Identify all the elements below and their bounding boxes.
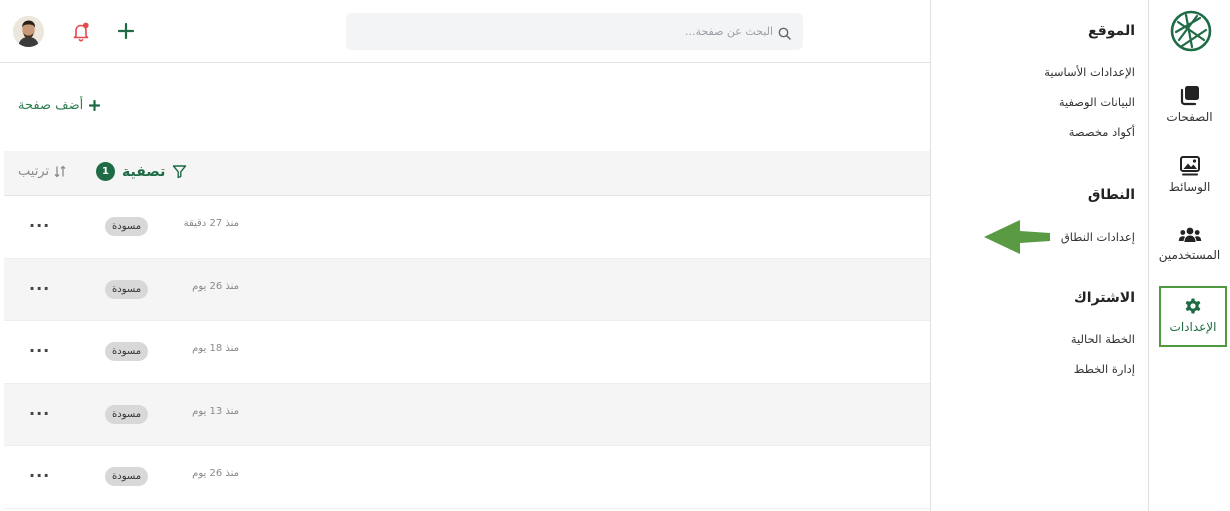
list-item[interactable]: ··· مسودة منذ 18 يوم: [4, 321, 930, 384]
users-icon: [1178, 227, 1201, 242]
status-badge: مسودة: [105, 404, 149, 424]
more-options-button[interactable]: ···: [29, 216, 50, 235]
status-badge: مسودة: [105, 279, 149, 299]
more-options-button[interactable]: ···: [29, 404, 50, 423]
site-section-title: الموقع: [1088, 23, 1135, 39]
domain-settings-link[interactable]: إعدادات النطاق: [1061, 230, 1135, 244]
search-icon: [778, 25, 791, 40]
settings-gear-icon: [1185, 298, 1201, 314]
sidebar-item-settings[interactable]: الإعدادات: [1159, 286, 1227, 347]
more-options-button[interactable]: ···: [29, 279, 50, 298]
notification-bell-icon[interactable]: [72, 22, 90, 42]
updated-time: منذ 26 يوم: [192, 280, 239, 292]
sidebar: الصفحات الوسائط المستخدمين الإعدادات: [1149, 0, 1230, 511]
user-avatar[interactable]: [13, 16, 44, 47]
more-options-button[interactable]: ···: [29, 341, 50, 360]
status-badge: مسودة: [105, 467, 149, 487]
more-options-button[interactable]: ···: [29, 466, 50, 485]
sidebar-item-label: الوسائط: [1168, 180, 1211, 194]
filter-icon: [173, 165, 187, 179]
current-plan-link[interactable]: الخطة الحالية: [1071, 332, 1135, 346]
list-item[interactable]: ··· مسودة منذ 26 يوم: [4, 258, 930, 322]
updated-time: منذ 27 دقيقة: [183, 218, 239, 229]
list-toolbar: ترتيب 1 تصفية: [4, 151, 930, 196]
sidebar-item-pages[interactable]: الصفحات: [1149, 84, 1230, 124]
list-item[interactable]: ··· مسودة منذ 26 يوم: [4, 446, 930, 509]
sidebar-item-label: الصفحات: [1166, 110, 1213, 124]
add-page-label: أضف صفحة: [18, 97, 84, 113]
add-icon[interactable]: [116, 21, 136, 41]
filter-label: تصفية: [122, 163, 166, 180]
search-bar: [346, 13, 803, 50]
metadata-link[interactable]: البيانات الوصفية: [1059, 95, 1135, 109]
subscription-section-title: الاشتراك: [1073, 290, 1135, 306]
sidebar-item-label: المستخدمين: [1158, 248, 1221, 262]
sidebar-item-media[interactable]: الوسائط: [1149, 156, 1230, 194]
sort-icon: [54, 165, 66, 178]
pointer-arrow-icon: [984, 219, 1050, 255]
basic-settings-link[interactable]: الإعدادات الأساسية: [1044, 65, 1135, 79]
custom-codes-link[interactable]: أكواد مخصصة: [1069, 125, 1135, 139]
updated-time: منذ 13 يوم: [192, 405, 239, 417]
list-item[interactable]: ··· مسودة منذ 27 دقيقة: [4, 196, 930, 259]
status-badge: مسودة: [105, 342, 149, 362]
manage-plans-link[interactable]: إدارة الخطط: [1074, 362, 1135, 376]
sidebar-item-label: الإعدادات: [1169, 320, 1217, 334]
updated-time: منذ 26 يوم: [192, 468, 239, 480]
plus-icon: [89, 99, 101, 111]
pages-list: ··· مسودة منذ 27 دقيقة ··· مسودة منذ 26 …: [4, 196, 930, 509]
status-badge: مسودة: [105, 217, 149, 236]
pages-icon: [1180, 86, 1199, 106]
top-bar: [0, 0, 930, 63]
settings-panel: الموقع الإعدادات الأساسية البيانات الوصف…: [930, 0, 1149, 511]
main-content: أضف صفحة ترتيب 1 تصفية ··· مسودة منذ 27 …: [0, 0, 930, 511]
sidebar-item-users[interactable]: المستخدمين: [1149, 226, 1230, 262]
domain-section-title: النطاق: [1087, 187, 1135, 203]
media-icon: [1179, 156, 1200, 176]
sort-label: ترتيب: [18, 164, 50, 179]
add-page-button[interactable]: أضف صفحة: [18, 95, 101, 115]
app-logo[interactable]: [1170, 10, 1212, 52]
search-input[interactable]: [373, 13, 773, 50]
filter-count-badge: 1: [96, 162, 115, 181]
updated-time: منذ 18 يوم: [192, 343, 239, 355]
sort-button[interactable]: ترتيب: [18, 164, 66, 179]
list-item[interactable]: ··· مسودة منذ 13 يوم: [4, 383, 930, 447]
filter-button[interactable]: 1 تصفية: [96, 162, 187, 181]
